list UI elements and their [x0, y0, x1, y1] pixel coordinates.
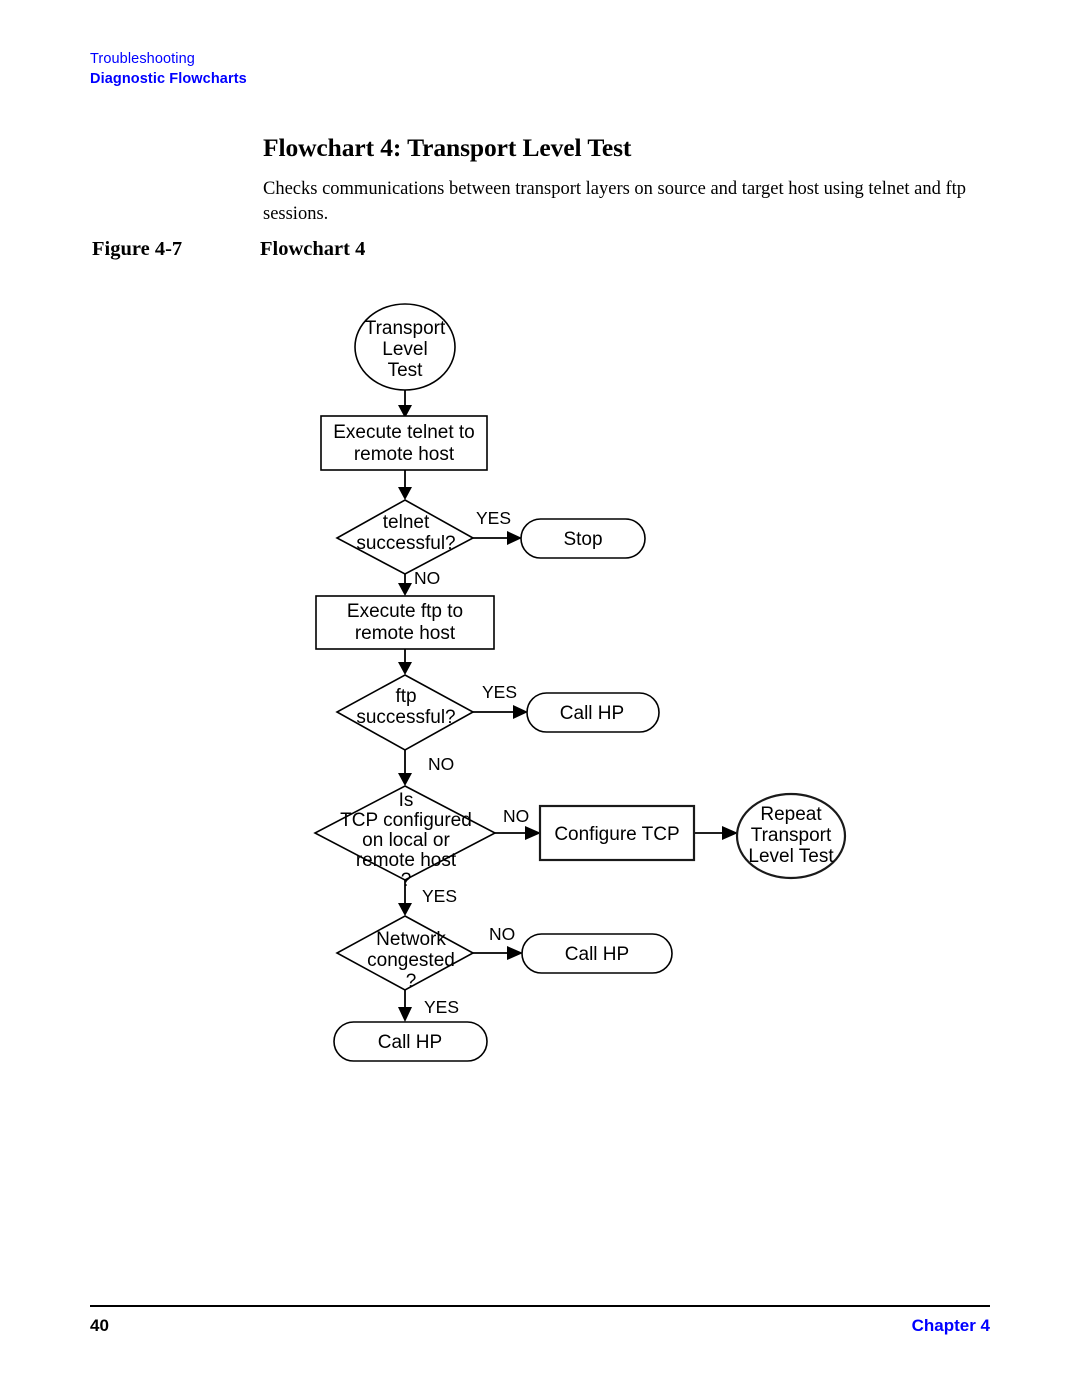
arrowhead-telnet-yes-to-stop — [507, 531, 522, 545]
execute-ftp-label-line-2: remote host — [355, 623, 456, 644]
ftp-decision-label-line-2: successful? — [356, 707, 455, 728]
execute-ftp-box-shape — [315, 595, 495, 650]
network-decision-label-line-2: congested — [367, 950, 455, 971]
network-call-hp-terminator-shape — [521, 933, 673, 974]
flowchart-node-network-call-hp: Call HP — [521, 933, 673, 974]
flowchart-node-execute-ftp: Execute ftp to remote host — [315, 595, 495, 650]
flowchart-node-telnet-decision: telnet successful? YES NO — [335, 499, 511, 588]
ftp-yes-edge-label: YES — [482, 682, 517, 702]
ftp-decision-label-line-1: ftp — [395, 686, 416, 707]
flowchart-node-execute-telnet: Execute telnet to remote host — [320, 415, 488, 471]
arrowhead-network-yes-to-final-callhp — [398, 1007, 412, 1022]
configure-tcp-box-shape — [538, 804, 696, 862]
execute-telnet-label-line-2: remote host — [354, 444, 455, 465]
final-call-hp-terminator-shape — [333, 1021, 488, 1062]
tcp-no-edge-label: NO — [503, 806, 529, 826]
flowchart-node-ftp-call-hp: Call HP — [526, 692, 660, 733]
figure-title: Flowchart 4 — [260, 238, 366, 260]
repeat-test-label-line-2: Transport — [751, 825, 832, 846]
header-subsection-label: Diagnostic Flowcharts — [90, 71, 247, 87]
execute-telnet-box-shape — [320, 415, 488, 471]
footer-row: 40 Chapter 4 — [90, 1316, 990, 1340]
ftp-decision-diamond-shape — [335, 674, 475, 751]
network-call-hp-label: Call HP — [565, 944, 629, 965]
telnet-yes-edge-label: YES — [476, 508, 511, 528]
network-decision-label-line-3: ? — [406, 971, 417, 992]
stop-label: Stop — [563, 529, 602, 550]
arrowhead-telnet-no-to-ftp-exec — [398, 583, 412, 596]
repeat-test-label-line-1: Repeat — [760, 804, 822, 825]
footer-divider-rule — [90, 1305, 990, 1307]
tcp-decision-label-line-4: remote host — [356, 850, 457, 871]
flowchart-node-start: Transport Level Test — [354, 303, 456, 391]
execute-telnet-label-line-1: Execute telnet to — [333, 422, 475, 443]
telnet-decision-label-line-1: telnet — [383, 512, 430, 533]
page-footer: 40 Chapter 4 — [90, 1305, 990, 1340]
flowchart-node-final-call-hp: Call HP — [333, 1021, 488, 1062]
start-ellipse-shape — [354, 303, 456, 391]
tcp-decision-label-line-3: on local or — [362, 830, 450, 851]
flowchart-node-network-decision: Network congested ? NO YES — [335, 915, 515, 1017]
arrowhead-tcp-yes-to-network — [398, 903, 412, 916]
stop-terminator-shape — [520, 518, 646, 559]
tcp-decision-label-line-2: TCP configured — [340, 810, 472, 831]
flowchart-connectors — [398, 390, 738, 1022]
tcp-yes-edge-label: YES — [422, 886, 457, 906]
flowchart-node-ftp-decision: ftp successful? YES NO — [335, 674, 517, 774]
header-section-label: Troubleshooting — [90, 51, 195, 67]
configure-tcp-label: Configure TCP — [554, 824, 679, 845]
telnet-decision-diamond-shape — [335, 499, 475, 575]
running-header: Troubleshooting Diagnostic Flowcharts — [90, 50, 990, 89]
arrowhead-ftp-exec-to-decision — [398, 662, 412, 675]
start-label-line-1: Transport — [365, 318, 446, 339]
final-call-hp-label: Call HP — [378, 1032, 442, 1053]
telnet-decision-label-line-2: successful? — [356, 533, 455, 554]
arrowhead-start-to-telnet-exec — [398, 405, 412, 418]
figure-caption: Figure 4-7 Flowchart 4 — [92, 238, 592, 261]
start-label-line-3: Test — [388, 360, 424, 381]
network-yes-edge-label: YES — [424, 997, 459, 1017]
execute-ftp-label-line-1: Execute ftp to — [347, 601, 463, 622]
flowchart-node-configure-tcp: Configure TCP — [538, 804, 696, 862]
chapter-label: Chapter 4 — [911, 1316, 990, 1335]
tcp-decision-label-line-5: ? — [401, 870, 412, 891]
tcp-decision-diamond-shape — [313, 785, 497, 881]
page-number: 40 — [90, 1316, 109, 1335]
arrowhead-telnet-exec-to-decision — [398, 487, 412, 500]
page-title: Flowchart 4: Transport Level Test — [263, 133, 632, 162]
arrowhead-network-no-to-callhp — [507, 946, 523, 960]
arrowhead-ftp-no-to-tcp-decision — [398, 773, 412, 786]
repeat-test-label-line-3: Level Test — [748, 846, 834, 867]
ftp-no-edge-label: NO — [428, 754, 454, 774]
repeat-test-ellipse-shape — [735, 792, 847, 880]
start-label-line-2: Level — [382, 339, 427, 360]
ftp-call-hp-label: Call HP — [560, 703, 624, 724]
arrowhead-tcp-no-to-configure — [525, 826, 541, 840]
ftp-call-hp-terminator-shape — [526, 692, 660, 733]
flowchart-node-tcp-decision: Is TCP configured on local or remote hos… — [313, 785, 529, 906]
arrowhead-configure-to-repeat — [722, 826, 738, 840]
network-decision-label-line-1: Network — [376, 929, 446, 950]
network-decision-diamond-shape — [335, 915, 475, 991]
flowchart-node-repeat-test: Repeat Transport Level Test — [735, 792, 847, 880]
flowchart-node-stop: Stop — [520, 518, 646, 559]
figure-number: Figure 4-7 — [92, 238, 183, 260]
tcp-decision-label-line-1: Is — [399, 790, 414, 811]
network-no-edge-label: NO — [489, 924, 515, 944]
section-intro-paragraph: Checks communications between transport … — [263, 179, 966, 224]
arrowhead-ftp-yes-to-callhp — [513, 705, 528, 719]
telnet-no-edge-label: NO — [414, 568, 440, 588]
